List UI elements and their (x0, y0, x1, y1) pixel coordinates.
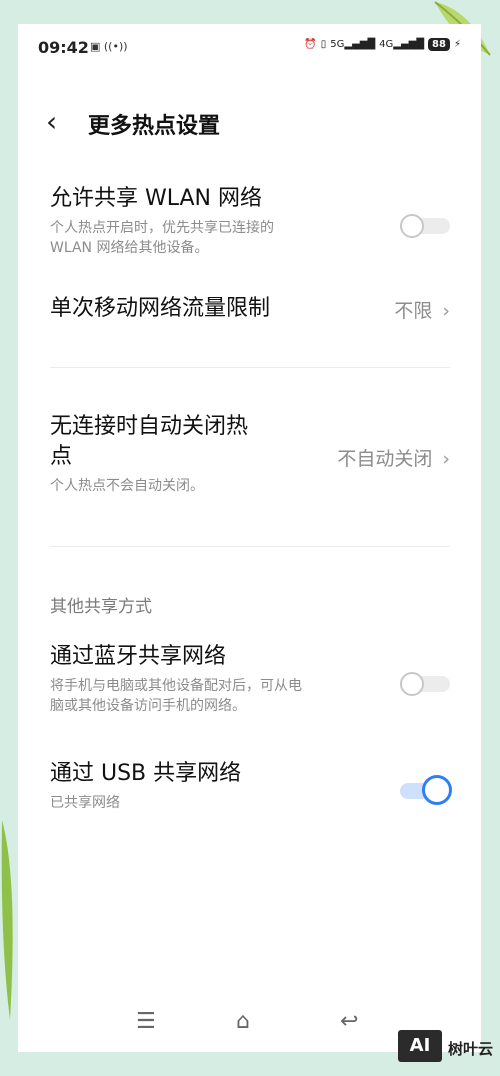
chevron-right-icon: › (442, 448, 450, 470)
setting-desc-line1: 个人热点开启时，优先共享已连接的 (50, 220, 274, 236)
status-bar: 09:42 ▣ ((•)) ⏰ ▯ 5G▂▄▆█ 4G▂▄▆█ 88 ⚡ (18, 24, 481, 72)
setting-desc-line1: 将手机与电脑或其他设备配对后，可从电 (50, 678, 302, 694)
section-label-other: 其他共享方式 (50, 597, 152, 617)
setting-bluetooth-share[interactable]: 通过蓝牙共享网络 将手机与电脑或其他设备配对后，可从电 脑或其他设备访问手机的网… (50, 642, 450, 716)
page-title: 更多热点设置 (88, 114, 221, 139)
usb-share-toggle[interactable] (400, 775, 452, 805)
leaf-decoration-bottom-left (1, 820, 13, 1020)
status-right-icons: ⏰ ▯ 5G▂▄▆█ 4G▂▄▆█ 88 ⚡ (304, 38, 461, 51)
vibrate-icon: ▯ (320, 39, 327, 50)
setting-desc: 个人热点不会自动关闭。 (50, 478, 204, 494)
charging-icon: ⚡ (453, 39, 461, 50)
setting-title: 允许共享 WLAN 网络 (50, 186, 263, 211)
auto-close-value[interactable]: 不自动关闭 › (337, 444, 450, 471)
chevron-left-icon[interactable]: ‹ (46, 108, 57, 136)
setting-desc: 已共享网络 (50, 795, 120, 811)
status-time: 09:42 (38, 38, 89, 57)
divider (50, 546, 450, 547)
setting-usb-share[interactable]: 通过 USB 共享网络 已共享网络 (50, 759, 452, 813)
battery-level: 88 (428, 38, 450, 51)
setting-allow-wlan[interactable]: 允许共享 WLAN 网络 个人热点开启时，优先共享已连接的 WLAN 网络给其他… (50, 184, 450, 258)
sim-icon: ▣ ((•)) (90, 40, 128, 53)
phone-screen: 09:42 ▣ ((•)) ⏰ ▯ 5G▂▄▆█ 4G▂▄▆█ 88 ⚡ ‹ 更… (18, 24, 481, 1052)
toggle-knob (400, 214, 424, 238)
value-text: 不限 (394, 300, 433, 322)
data-limit-value[interactable]: 不限 › (394, 296, 450, 323)
setting-data-limit[interactable]: 单次移动网络流量限制 不限 › (50, 294, 450, 328)
menu-icon[interactable]: ☰ (136, 1009, 156, 1034)
setting-desc-line2: 脑或其他设备访问手机的网络。 (50, 698, 246, 714)
chevron-right-icon: › (442, 300, 450, 322)
toggle-knob (400, 672, 424, 696)
back-icon[interactable]: ↩ (340, 1009, 358, 1034)
setting-title-line1: 无连接时自动关闭热 (50, 414, 249, 439)
setting-auto-close[interactable]: 无连接时自动关闭热 点 个人热点不会自动关闭。 不自动关闭 › (50, 412, 450, 496)
toggle-knob (422, 775, 452, 805)
setting-title: 通过 USB 共享网络 (50, 761, 242, 786)
allow-wlan-toggle[interactable] (400, 214, 450, 238)
alarm-icon: ⏰ (304, 39, 317, 50)
setting-title: 单次移动网络流量限制 (50, 296, 271, 321)
signal-4g-icon: 4G▂▄▆█ (379, 39, 425, 50)
signal-5g-icon: 5G▂▄▆█ (330, 39, 376, 50)
page-header: ‹ 更多热点设置 (18, 102, 481, 150)
setting-title: 通过蓝牙共享网络 (50, 644, 227, 669)
watermark-text: 树叶云 (448, 1040, 494, 1058)
value-text: 不自动关闭 (337, 448, 433, 470)
setting-desc-line2: WLAN 网络给其他设备。 (50, 240, 209, 256)
bluetooth-share-toggle[interactable] (400, 672, 450, 696)
watermark-logo: AI (398, 1030, 442, 1062)
home-icon[interactable]: ⌂ (236, 1009, 250, 1034)
divider (50, 367, 450, 368)
